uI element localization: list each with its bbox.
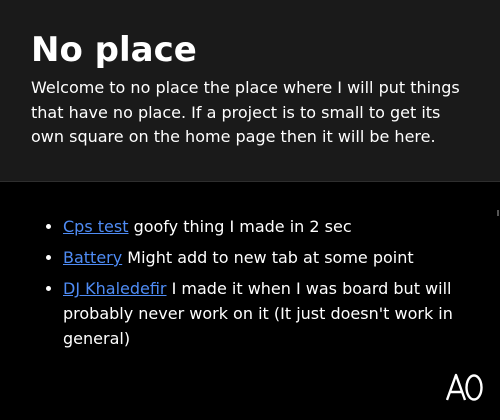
page-header: No place Welcome to no place the place w… [0,0,500,182]
page-title: No place [31,30,197,70]
scroll-edge-mark [497,210,499,216]
list-item-description: goofy thing I made in 2 sec [128,217,352,236]
cps-test-link[interactable]: Cps test [63,217,128,236]
list-item: Battery Might add to new tab at some poi… [63,245,483,270]
list-item: DJ Khaledefir I made it when I was board… [63,276,483,351]
list-item-description: Might add to new tab at some point [122,248,414,267]
project-list: Cps test goofy thing I made in 2 sec Bat… [31,214,483,357]
dj-khaledefir-link[interactable]: DJ Khaledefir [63,279,167,298]
battery-link[interactable]: Battery [63,248,122,267]
page-intro: Welcome to no place the place where I wi… [31,78,460,146]
a0-logo-icon[interactable] [446,372,484,402]
list-item: Cps test goofy thing I made in 2 sec [63,214,483,239]
